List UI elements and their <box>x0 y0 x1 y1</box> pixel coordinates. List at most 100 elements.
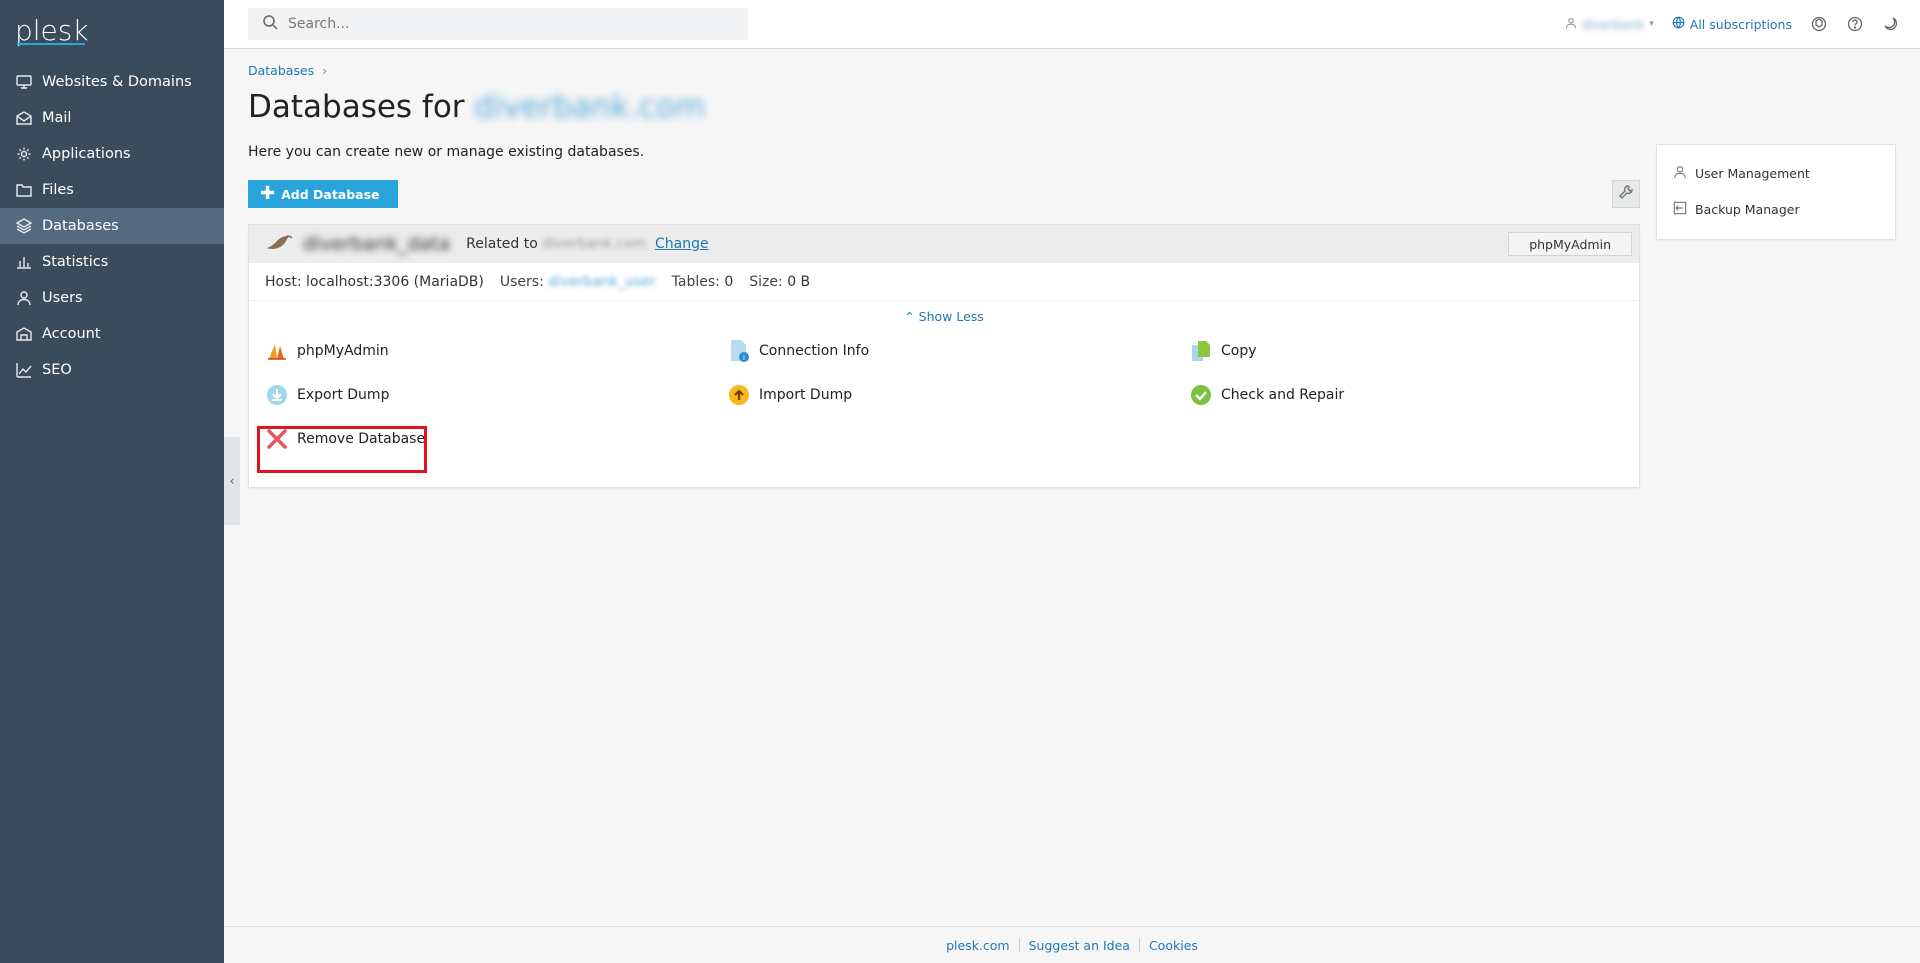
user-menu[interactable]: diverbank ▾ <box>1565 17 1654 32</box>
seo-chart-icon <box>15 361 33 379</box>
sidebar-item-label: Applications <box>42 146 131 162</box>
user-management-link[interactable]: User Management <box>1657 155 1895 191</box>
action-copy[interactable]: Copy <box>1189 337 1257 365</box>
action-label: Connection Info <box>759 343 870 359</box>
plus-icon: ✚ <box>260 183 276 204</box>
sidebar-item-account[interactable]: Account <box>0 316 224 352</box>
show-less-link[interactable]: ⌃ Show Less <box>249 309 1639 324</box>
account-icon <box>15 325 33 343</box>
bar-chart-icon <box>15 253 33 271</box>
breadcrumb: Databases › <box>248 63 327 78</box>
user-icon <box>15 289 33 307</box>
change-related-link[interactable]: Change <box>655 236 709 252</box>
sidebar-item-users[interactable]: Users <box>0 280 224 316</box>
monitor-icon <box>15 73 33 91</box>
top-bar: diverbank ▾ All subscriptions <box>224 0 1920 49</box>
svg-text:i: i <box>743 354 745 362</box>
top-bar-actions: diverbank ▾ All subscriptions <box>1565 0 1900 48</box>
page-title: Databases for diverbank.com <box>248 89 705 125</box>
footer-suggest-idea-link[interactable]: Suggest an Idea <box>1020 938 1139 953</box>
search-input[interactable] <box>288 16 728 32</box>
database-card-header: diverbank_data Related to diverbank.com … <box>249 225 1639 263</box>
plesk-logo[interactable]: plesk <box>15 14 89 47</box>
footer-cookies-link[interactable]: Cookies <box>1140 938 1207 953</box>
phpmyadmin-header-button[interactable]: phpMyAdmin <box>1508 232 1632 256</box>
mail-icon <box>15 109 33 127</box>
copy-icon <box>1189 339 1213 363</box>
host-info: Host: localhost:3306 (MariaDB) <box>265 273 484 290</box>
sidebar-item-files[interactable]: Files <box>0 172 224 208</box>
action-export-dump[interactable]: Export Dump <box>265 381 389 409</box>
action-label: Check and Repair <box>1221 387 1345 403</box>
sidebar-item-label: Statistics <box>42 254 109 270</box>
subscriptions-label: All subscriptions <box>1689 16 1792 32</box>
sidebar-item-statistics[interactable]: Statistics <box>0 244 224 280</box>
import-dump-icon <box>727 383 751 407</box>
action-label: phpMyAdmin <box>297 343 389 359</box>
add-database-button[interactable]: ✚ Add Database <box>248 180 398 208</box>
user-icon <box>1565 17 1577 32</box>
tools-button[interactable] <box>1612 180 1640 208</box>
footer: plesk.com Suggest an Idea Cookies <box>224 926 1920 963</box>
database-card: diverbank_data Related to diverbank.com … <box>248 224 1640 488</box>
remove-database-highlight <box>257 426 427 473</box>
sidebar: plesk Websites & Domains Mail Applicatio… <box>0 0 224 963</box>
breadcrumb-separator: › <box>322 63 328 78</box>
page-title-domain: diverbank.com <box>474 89 706 125</box>
page-title-prefix: Databases for <box>248 89 465 125</box>
mariadb-seal-icon <box>265 232 295 256</box>
extensions-icon[interactable] <box>1810 15 1828 33</box>
sidebar-item-label: Files <box>42 182 74 198</box>
action-connection-info[interactable]: i Connection Info <box>727 337 869 365</box>
user-icon <box>1673 165 1687 182</box>
backup-manager-link[interactable]: Backup Manager <box>1657 191 1895 227</box>
dark-mode-icon[interactable] <box>1882 15 1900 33</box>
folder-icon <box>15 181 33 199</box>
action-import-dump[interactable]: Import Dump <box>727 381 852 409</box>
search-icon <box>262 14 278 34</box>
page-description: Here you can create new or manage existi… <box>248 144 645 160</box>
breadcrumb-databases-link[interactable]: Databases <box>248 63 314 78</box>
help-icon[interactable] <box>1846 15 1864 33</box>
side-panel-label: Backup Manager <box>1695 201 1800 217</box>
sidebar-item-seo[interactable]: SEO <box>0 352 224 388</box>
action-label: Export Dump <box>297 387 390 403</box>
database-name[interactable]: diverbank_data <box>303 233 450 255</box>
user-name: diverbank <box>1581 16 1645 32</box>
chevron-up-icon: ⌃ <box>904 309 915 324</box>
sidebar-item-websites-domains[interactable]: Websites & Domains <box>0 64 224 100</box>
action-phpmyadmin[interactable]: phpMyAdmin <box>265 337 389 365</box>
tools-side-panel: User Management Backup Manager <box>1656 144 1896 240</box>
globe-icon <box>1672 16 1685 32</box>
main-content: Databases › Databases for diverbank.com … <box>224 49 1920 926</box>
sidebar-item-mail[interactable]: Mail <box>0 100 224 136</box>
sidebar-item-label: Users <box>42 290 83 306</box>
gear-icon <box>15 145 33 163</box>
action-check-and-repair[interactable]: Check and Repair <box>1189 381 1344 409</box>
wrench-icon <box>1618 184 1634 204</box>
chevron-down-icon: ▾ <box>1649 19 1654 29</box>
connection-info-icon: i <box>727 339 751 363</box>
check-repair-icon <box>1189 383 1213 407</box>
sidebar-item-label: Account <box>42 326 101 342</box>
footer-plesk-link[interactable]: plesk.com <box>937 938 1019 953</box>
database-info-row: Host: localhost:3306 (MariaDB) Users: di… <box>249 263 1639 301</box>
database-user-link[interactable]: diverbank_user <box>548 274 655 290</box>
size-info: Size: 0 B <box>749 273 811 290</box>
sidebar-item-databases[interactable]: Databases <box>0 208 224 244</box>
backup-icon <box>1673 201 1687 218</box>
all-subscriptions-link[interactable]: All subscriptions <box>1672 16 1792 32</box>
sidebar-item-label: Mail <box>42 110 72 126</box>
sidebar-item-applications[interactable]: Applications <box>0 136 224 172</box>
phpmyadmin-icon <box>265 339 289 363</box>
users-info: Users: diverbank_user <box>499 273 656 290</box>
sidebar-item-label: Websites & Domains <box>42 74 192 90</box>
layers-icon <box>15 217 33 235</box>
search-box <box>248 8 748 40</box>
sidebar-item-label: Databases <box>42 218 119 234</box>
tables-info: Tables: 0 <box>671 273 734 290</box>
sidebar-nav: Websites & Domains Mail Applications Fil… <box>0 64 224 388</box>
side-panel-label: User Management <box>1695 165 1810 181</box>
add-database-label: Add Database <box>281 186 380 202</box>
action-label: Copy <box>1221 343 1257 359</box>
